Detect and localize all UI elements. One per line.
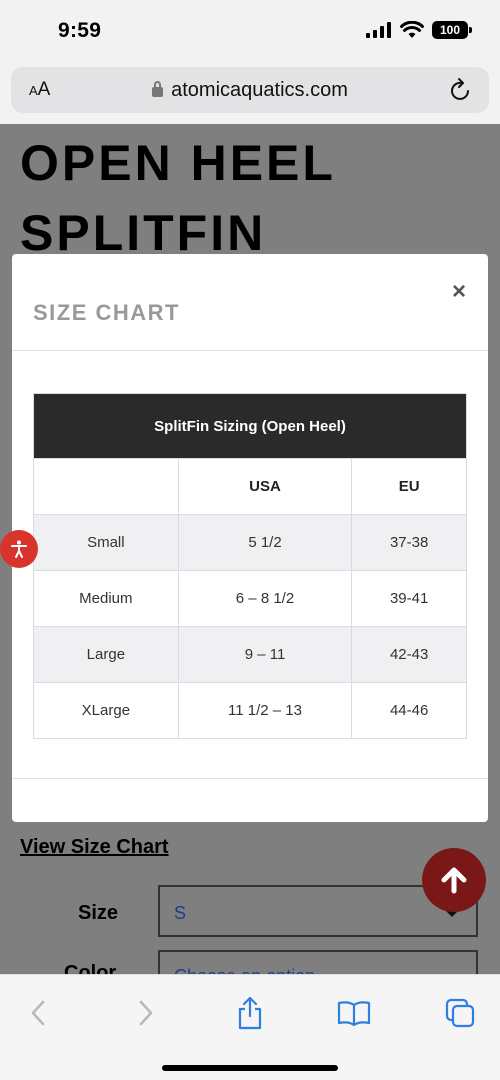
tabs-button[interactable] [440, 993, 480, 1033]
share-button[interactable] [230, 993, 270, 1033]
url-field[interactable]: atomicaquatics.com [11, 79, 489, 102]
table-cell: 42-43 [351, 626, 467, 683]
size-select-value: S [174, 903, 187, 923]
table-header-cell: USA [177, 458, 353, 515]
view-size-chart-link[interactable]: View Size Chart [20, 836, 169, 859]
table-cell: 5 1/2 [177, 514, 353, 571]
chevron-right-icon [139, 1000, 153, 1026]
url-text: atomicaquatics.com [171, 79, 348, 101]
color-label: Color [64, 962, 117, 974]
table-cell: 37-38 [351, 514, 467, 571]
back-button[interactable] [18, 993, 58, 1033]
status-bar: 9:59 100 [0, 0, 500, 62]
arrow-up-icon [441, 867, 467, 894]
browser-address-area: AA atomicaquatics.com [0, 62, 500, 124]
reload-icon[interactable] [449, 77, 473, 103]
table-cell: 44-46 [351, 682, 467, 739]
chevron-left-icon [31, 1000, 45, 1026]
size-chart-modal: × SIZE CHART SplitFin Sizing (Open Heel)… [12, 254, 488, 822]
divider [12, 350, 488, 351]
table-cell: Medium [33, 570, 179, 627]
url-bar[interactable]: AA atomicaquatics.com [11, 67, 489, 113]
lock-icon [152, 81, 164, 97]
wifi-icon [400, 21, 424, 38]
table-cell: 9 – 11 [177, 626, 353, 683]
browser-toolbar [0, 974, 500, 1080]
status-icons: 100 [366, 21, 472, 39]
table-header-row: USA EU [33, 458, 467, 515]
status-time: 9:59 [58, 19, 102, 42]
table-cell: Large [33, 626, 179, 683]
table-header-cell [33, 458, 179, 515]
close-button[interactable]: × [452, 278, 466, 306]
cellular-signal-icon [366, 22, 391, 38]
modal-title: SIZE CHART [33, 300, 180, 325]
color-select[interactable]: Choose an option [158, 950, 478, 976]
battery-indicator: 100 [432, 21, 472, 39]
table-cell: 6 – 8 1/2 [177, 570, 353, 627]
table-row: XLarge 11 1/2 – 13 44-46 [33, 682, 467, 739]
table-cell: 11 1/2 – 13 [177, 682, 353, 739]
size-table: SplitFin Sizing (Open Heel) USA EU Small… [33, 393, 467, 739]
share-icon [238, 996, 262, 1030]
forward-button[interactable] [126, 993, 166, 1033]
tabs-icon [445, 998, 475, 1028]
table-row: Medium 6 – 8 1/2 39-41 [33, 570, 467, 627]
accessibility-button[interactable] [0, 530, 38, 568]
table-row: Large 9 – 11 42-43 [33, 626, 467, 683]
accessibility-icon [11, 540, 27, 558]
table-cell: 39-41 [351, 570, 467, 627]
table-caption: SplitFin Sizing (Open Heel) [33, 393, 467, 459]
bookmarks-button[interactable] [334, 993, 374, 1033]
table-header-cell: EU [351, 458, 467, 515]
table-row: Small 5 1/2 37-38 [33, 514, 467, 571]
table-cell: Small [33, 514, 179, 571]
book-icon [337, 1001, 371, 1026]
divider [12, 778, 488, 779]
table-cell: XLarge [33, 682, 179, 739]
home-indicator [162, 1065, 338, 1071]
scroll-to-top-button[interactable] [422, 848, 486, 912]
product-title: OPEN HEEL SPLITFIN [20, 135, 336, 261]
size-label: Size [78, 902, 119, 924]
